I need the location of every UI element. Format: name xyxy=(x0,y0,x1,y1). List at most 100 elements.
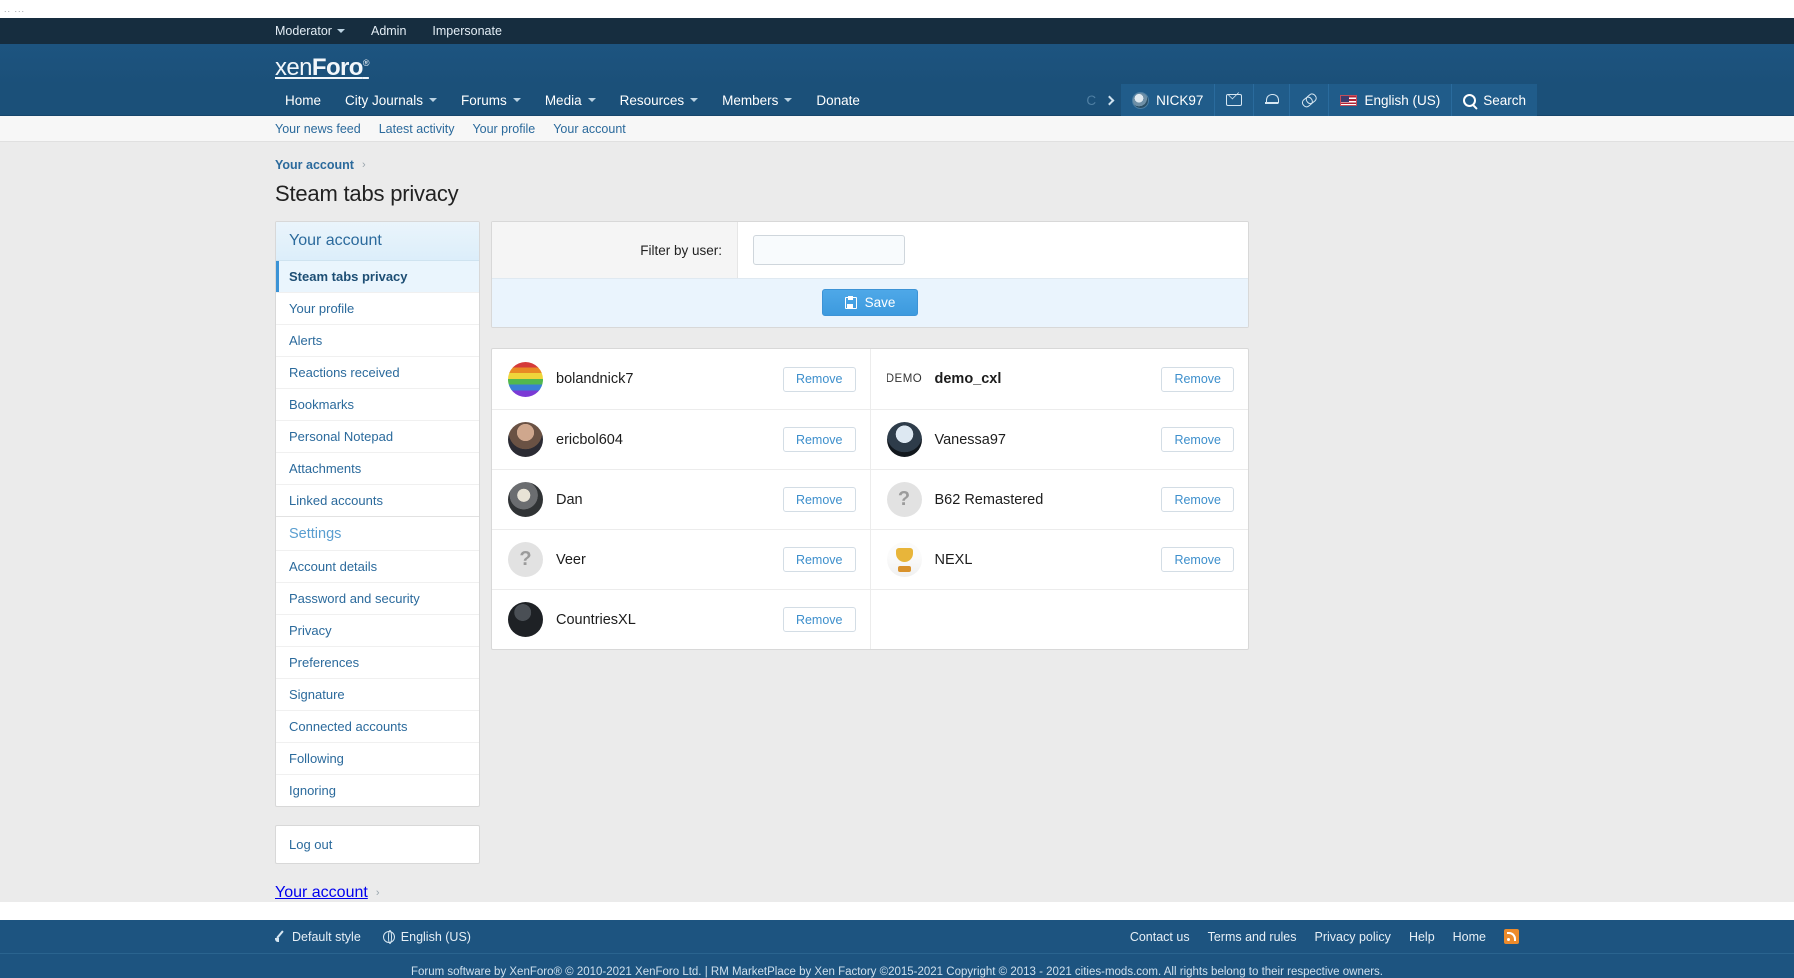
visitor-menu: NICK97 English (US) Search xyxy=(1121,84,1537,116)
sidebar-item-attachments[interactable]: Attachments xyxy=(276,452,479,484)
rss-icon xyxy=(1504,929,1519,944)
save-button[interactable]: Save xyxy=(821,289,919,316)
footer-language-chooser[interactable]: English (US) xyxy=(382,930,471,944)
nav-item-home[interactable]: Home xyxy=(275,84,333,116)
nav-overflow-scroller[interactable]: C xyxy=(1078,84,1121,116)
user-cell: NEXL Remove xyxy=(869,530,1249,589)
avatar: ? xyxy=(886,482,922,517)
sidebar-item-preferences[interactable]: Preferences xyxy=(276,646,479,678)
remove-button[interactable]: Remove xyxy=(782,487,856,512)
remove-button[interactable]: Remove xyxy=(782,366,856,392)
sidebar-item-ignoring[interactable]: Ignoring xyxy=(276,774,479,806)
remove-button[interactable]: Remove xyxy=(1161,547,1234,572)
remove-button[interactable]: Remove xyxy=(1161,427,1234,452)
logo-text-pre: xen xyxy=(275,54,313,81)
shortcuts-button[interactable] xyxy=(1289,84,1328,116)
nav-item-donate[interactable]: Donate xyxy=(804,84,872,116)
user-cell: ? Veer Remove xyxy=(492,530,870,589)
chevron-right-icon[interactable] xyxy=(1104,95,1115,105)
language-selector[interactable]: English (US) xyxy=(1328,84,1451,116)
copyright-text: Forum software by XenForo® © 2010-2021 X… xyxy=(410,966,1384,978)
sidebar-item-signature[interactable]: Signature xyxy=(276,678,479,710)
sidebar-item-alerts[interactable]: Alerts xyxy=(276,324,479,356)
account-sidebar: Your account Steam tabs privacy Your pro… xyxy=(275,221,480,864)
username-label: demo_cxl xyxy=(934,371,1002,387)
link-icon xyxy=(1299,89,1320,110)
sidebar-item-reactions-received[interactable]: Reactions received xyxy=(276,356,479,388)
breadcrumb-bottom-item-your-account[interactable]: Your account xyxy=(275,884,368,902)
subnav-item-latest-activity[interactable]: Latest activity xyxy=(379,122,455,136)
remove-button[interactable]: Remove xyxy=(782,427,856,452)
footer-link-help[interactable]: Help xyxy=(1409,930,1435,944)
breadcrumb: Your account › xyxy=(257,158,1537,172)
staffbar-item-admin[interactable]: Admin xyxy=(371,24,406,38)
user-cell: ericbol604 Remove xyxy=(492,410,870,469)
subnav-item-news-feed[interactable]: Your news feed xyxy=(275,122,361,136)
remove-button[interactable]: Remove xyxy=(1161,487,1234,512)
subnav-item-your-account[interactable]: Your account xyxy=(553,122,626,136)
remove-button[interactable]: Remove xyxy=(782,607,856,632)
user-cell: CountriesXL Remove xyxy=(492,590,870,649)
username-label: Dan xyxy=(556,491,583,508)
sidebar-item-account-details[interactable]: Account details xyxy=(276,550,479,582)
footer-link-contact-us[interactable]: Contact us xyxy=(1130,930,1190,944)
nav-item-forums[interactable]: Forums xyxy=(449,84,533,116)
nav-item-media[interactable]: Media xyxy=(533,84,608,116)
user-cell: bolandnick7 Remove xyxy=(492,349,870,409)
brush-icon xyxy=(275,931,286,942)
nav-item-city-journals[interactable]: City Journals xyxy=(333,84,449,116)
footer-link-terms-and-rules[interactable]: Terms and rules xyxy=(1208,930,1297,944)
sidebar-item-privacy[interactable]: Privacy xyxy=(276,614,479,646)
visitor-username: NICK97 xyxy=(1156,92,1204,108)
filter-by-user-input[interactable] xyxy=(753,235,905,265)
sidebar-item-connected-accounts[interactable]: Connected accounts xyxy=(276,710,479,742)
sidebar-item-bookmarks[interactable]: Bookmarks xyxy=(276,388,479,420)
chevron-down-icon xyxy=(587,98,596,102)
remove-button[interactable]: Remove xyxy=(782,547,856,572)
sidebar-item-personal-notepad[interactable]: Personal Notepad xyxy=(276,420,479,452)
nav-label-city-journals: City Journals xyxy=(345,92,424,108)
content-columns: Your account Steam tabs privacy Your pro… xyxy=(257,221,1537,864)
inbox-button[interactable] xyxy=(1214,84,1253,116)
footer-link-privacy-policy[interactable]: Privacy policy xyxy=(1315,930,1391,944)
style-chooser-button[interactable]: Default style xyxy=(275,930,361,944)
mail-icon xyxy=(1226,94,1243,106)
page-content-inner: Your account › Steam tabs privacy Your a… xyxy=(257,158,1537,902)
alerts-button[interactable] xyxy=(1253,84,1289,116)
avatar xyxy=(1132,91,1150,109)
logout-button[interactable]: Log out xyxy=(276,826,479,863)
os-top-strip: .. ... xyxy=(0,0,1794,18)
site-header-inner: xenForo® xyxy=(257,44,1537,84)
sidebar-item-your-profile[interactable]: Your profile xyxy=(276,292,479,324)
nav-primary-items: Home City Journals Forums Media Resource… xyxy=(275,84,872,116)
sidebar-item-steam-tabs-privacy[interactable]: Steam tabs privacy xyxy=(276,261,479,292)
sidebar-item-password-and-security[interactable]: Password and security xyxy=(276,582,479,614)
staffbar-item-moderator[interactable]: Moderator xyxy=(275,24,345,38)
search-button[interactable]: Search xyxy=(1451,84,1537,116)
subnav-item-your-profile[interactable]: Your profile xyxy=(472,122,535,136)
table-row: Dan Remove ? B62 Remastered Remove xyxy=(492,469,1248,529)
sidebar-item-following[interactable]: Following xyxy=(276,742,479,774)
sidebar-block-logout: Log out xyxy=(275,825,480,864)
footer-bar-inner: Default style English (US) Contact us Te… xyxy=(257,920,1537,953)
site-logo[interactable]: xenForo® xyxy=(275,56,369,84)
remove-button[interactable]: Remove xyxy=(1161,366,1234,392)
sidebar-item-linked-accounts[interactable]: Linked accounts xyxy=(276,484,479,516)
nav-item-members[interactable]: Members xyxy=(710,84,804,116)
rss-feed-button[interactable] xyxy=(1504,929,1519,944)
sidebar-group-settings[interactable]: Settings xyxy=(276,517,479,550)
breadcrumb-item-your-account[interactable]: Your account xyxy=(275,158,354,172)
nav-label-forums: Forums xyxy=(461,92,507,108)
search-label: Search xyxy=(1483,92,1526,108)
footer-link-home[interactable]: Home xyxy=(1453,930,1486,944)
staffbar-item-impersonate[interactable]: Impersonate xyxy=(432,24,501,38)
main-navigation-inner: Home City Journals Forums Media Resource… xyxy=(257,84,1537,116)
nav-item-resources[interactable]: Resources xyxy=(608,84,711,116)
user-list-block: bolandnick7 Remove DEMO demo_cxl Remove xyxy=(491,348,1249,650)
username-label: ericbol604 xyxy=(556,431,623,448)
style-chooser-label: Default style xyxy=(292,929,361,944)
username-label: B62 Remastered xyxy=(934,491,1044,508)
username-label: CountriesXL xyxy=(556,611,636,628)
visitor-account-link[interactable]: NICK97 xyxy=(1121,84,1214,116)
nav-label-resources: Resources xyxy=(619,92,685,108)
